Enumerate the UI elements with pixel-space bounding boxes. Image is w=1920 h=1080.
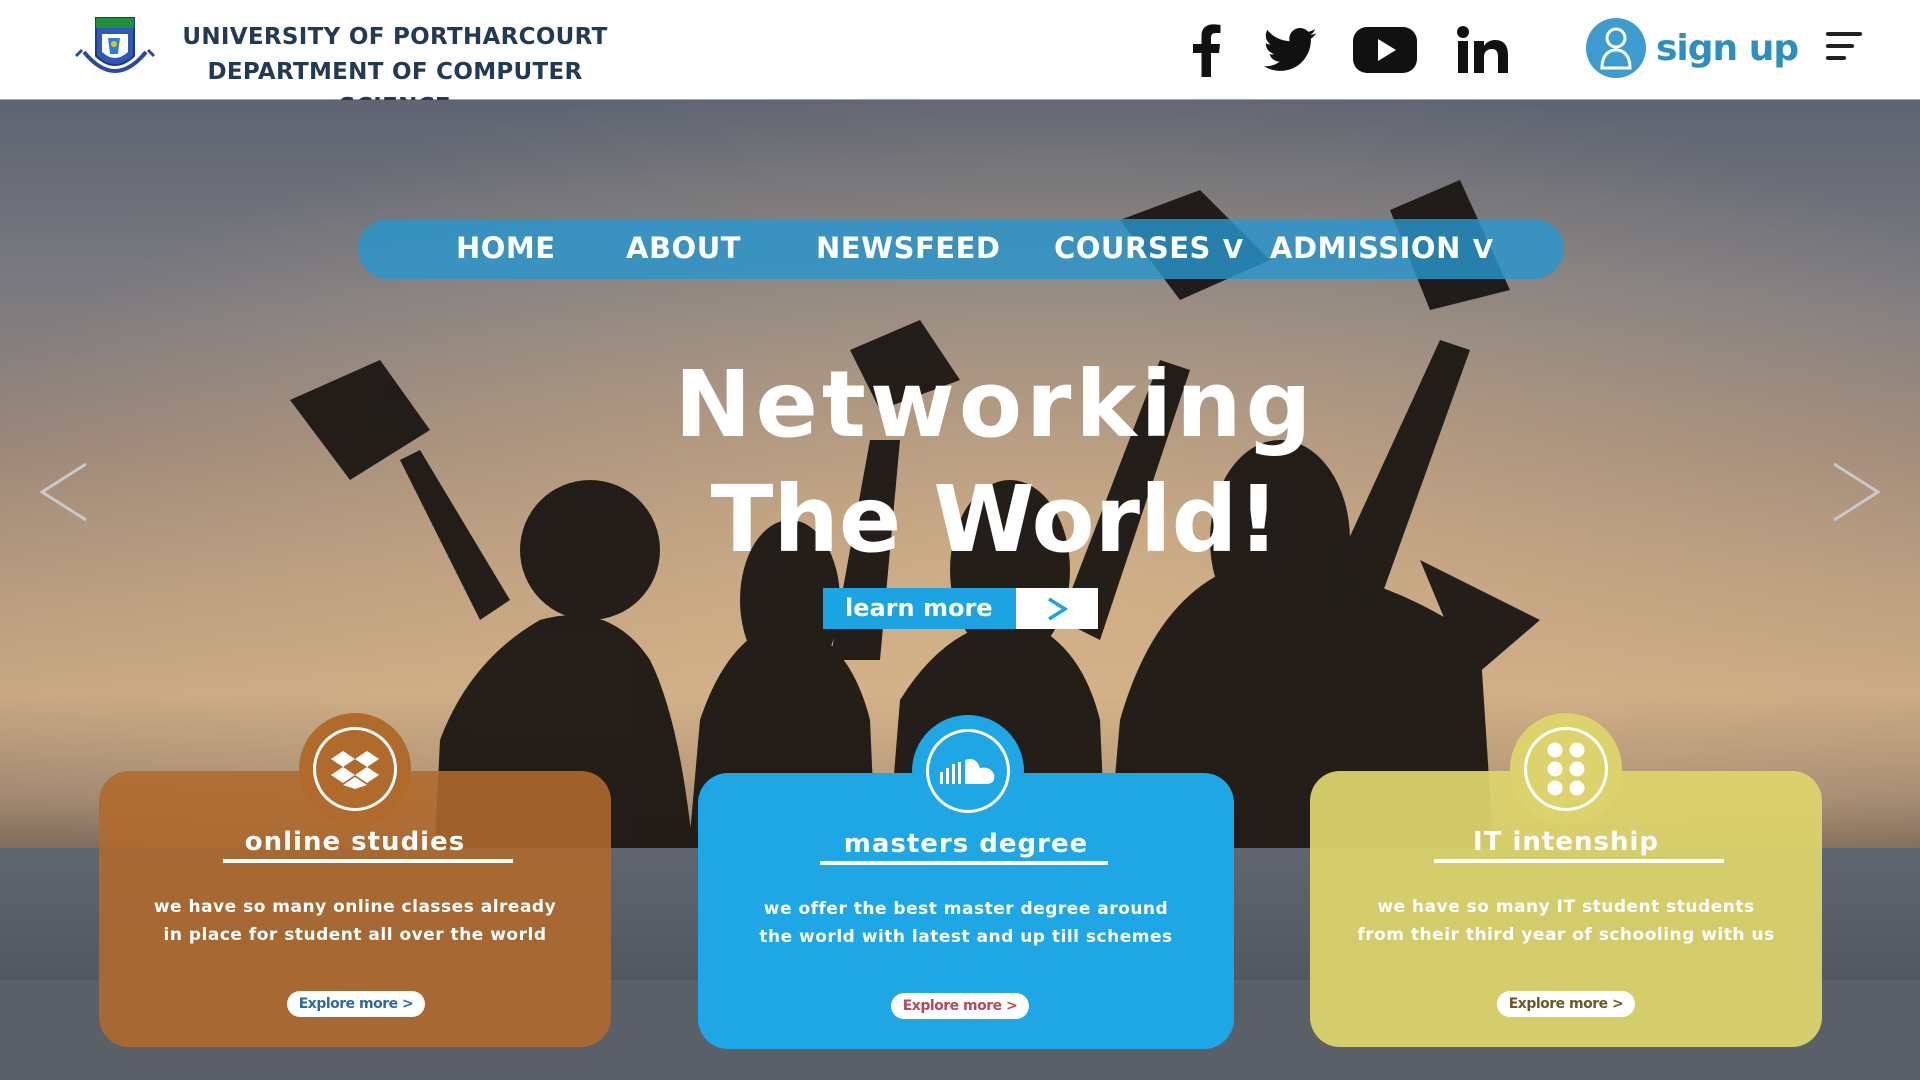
card-desc-line2: from their third year of schooling with … bbox=[1357, 925, 1775, 945]
card-masters-degree: masters degree we offer the best master … bbox=[698, 715, 1234, 1049]
card-it-internship: IT intenship we have so many IT student … bbox=[1310, 713, 1822, 1047]
university-logo[interactable] bbox=[74, 12, 156, 90]
card-icon-badge bbox=[1510, 713, 1622, 825]
facebook-icon[interactable] bbox=[1188, 20, 1224, 80]
dropbox-icon bbox=[313, 727, 397, 811]
nav-courses-dropdown[interactable]: COURSES V bbox=[1054, 231, 1244, 265]
card-description: we have so many online classes already i… bbox=[99, 893, 611, 949]
nav-newsfeed[interactable]: NEWSFEED bbox=[816, 231, 1000, 265]
card-desc-line1: we offer the best master degree around bbox=[763, 899, 1169, 919]
chevron-down-icon: V bbox=[1222, 235, 1244, 265]
card-desc-line2: in place for student all over the world bbox=[163, 925, 547, 945]
nav-newsfeed-label: NEWSFEED bbox=[816, 231, 1001, 265]
card-description: we offer the best master degree around t… bbox=[698, 895, 1234, 951]
twitter-icon[interactable] bbox=[1262, 20, 1318, 80]
card-desc-line2: the world with latest and up till scheme… bbox=[759, 927, 1173, 947]
signup-button[interactable]: sign up bbox=[1586, 16, 1799, 80]
card-icon-badge bbox=[912, 715, 1024, 827]
signup-label: sign up bbox=[1656, 27, 1799, 69]
main-navigation: HOME ABOUT NEWSFEED COURSES V ADMISSION V bbox=[358, 219, 1564, 279]
card-divider bbox=[820, 861, 1108, 865]
youtube-icon[interactable] bbox=[1352, 20, 1418, 80]
nav-about-label: ABOUT bbox=[626, 231, 742, 265]
card-divider bbox=[223, 859, 513, 863]
explore-more-button[interactable]: Explore more > bbox=[891, 993, 1029, 1019]
hero-headline: Networking The World! bbox=[600, 350, 1390, 580]
card-description: we have so many IT student students from… bbox=[1310, 893, 1822, 949]
learn-more-button[interactable]: learn more bbox=[823, 588, 1098, 629]
explore-more-button[interactable]: Explore more > bbox=[287, 991, 425, 1017]
card-desc-line1: we have so many online classes already bbox=[153, 897, 557, 917]
explore-more-label: Explore more bbox=[298, 996, 398, 1012]
nav-courses-label: COURSES bbox=[1054, 231, 1211, 265]
learn-more-label: learn more bbox=[823, 588, 1016, 629]
user-icon bbox=[1586, 18, 1646, 78]
menu-icon[interactable] bbox=[1826, 32, 1866, 68]
linkedin-icon[interactable] bbox=[1456, 20, 1510, 80]
card-divider bbox=[1434, 859, 1724, 863]
nav-home-label: HOME bbox=[456, 231, 556, 265]
card-icon-badge bbox=[299, 713, 411, 825]
nav-admission-dropdown[interactable]: ADMISSION V bbox=[1270, 231, 1493, 265]
nav-home[interactable]: HOME bbox=[456, 231, 556, 265]
header: UNIVERSITY OF PORTHARCOURT DEPARTMENT OF… bbox=[0, 0, 1920, 120]
soundcloud-icon bbox=[926, 729, 1010, 813]
card-online-studies: online studies we have so many online cl… bbox=[99, 713, 611, 1047]
next-slide-arrow[interactable] bbox=[1828, 460, 1884, 524]
chevron-down-icon: V bbox=[1472, 235, 1494, 265]
headline-line1: Networking bbox=[674, 351, 1316, 458]
nav-about[interactable]: ABOUT bbox=[626, 231, 741, 265]
explore-more-label: Explore more bbox=[902, 998, 1002, 1014]
card-title: masters degree bbox=[843, 829, 1089, 859]
card-title: online studies bbox=[244, 827, 466, 857]
arrow-right-icon bbox=[1016, 588, 1098, 629]
card-title: IT intenship bbox=[1473, 827, 1659, 857]
headline-line2: The World! bbox=[710, 466, 1280, 573]
previous-slide-arrow[interactable] bbox=[36, 460, 92, 524]
chevron-right-icon: > bbox=[1612, 996, 1624, 1012]
nav-admission-label: ADMISSION bbox=[1270, 231, 1461, 265]
grid-dots-icon bbox=[1524, 727, 1608, 811]
chevron-right-icon: > bbox=[1006, 998, 1018, 1014]
university-name-line1: UNIVERSITY OF PORTHARCOURT bbox=[182, 24, 608, 50]
explore-more-label: Explore more bbox=[1508, 996, 1608, 1012]
explore-more-button[interactable]: Explore more > bbox=[1497, 991, 1635, 1017]
chevron-right-icon: > bbox=[402, 996, 414, 1012]
card-desc-line1: we have so many IT student students bbox=[1377, 897, 1755, 917]
